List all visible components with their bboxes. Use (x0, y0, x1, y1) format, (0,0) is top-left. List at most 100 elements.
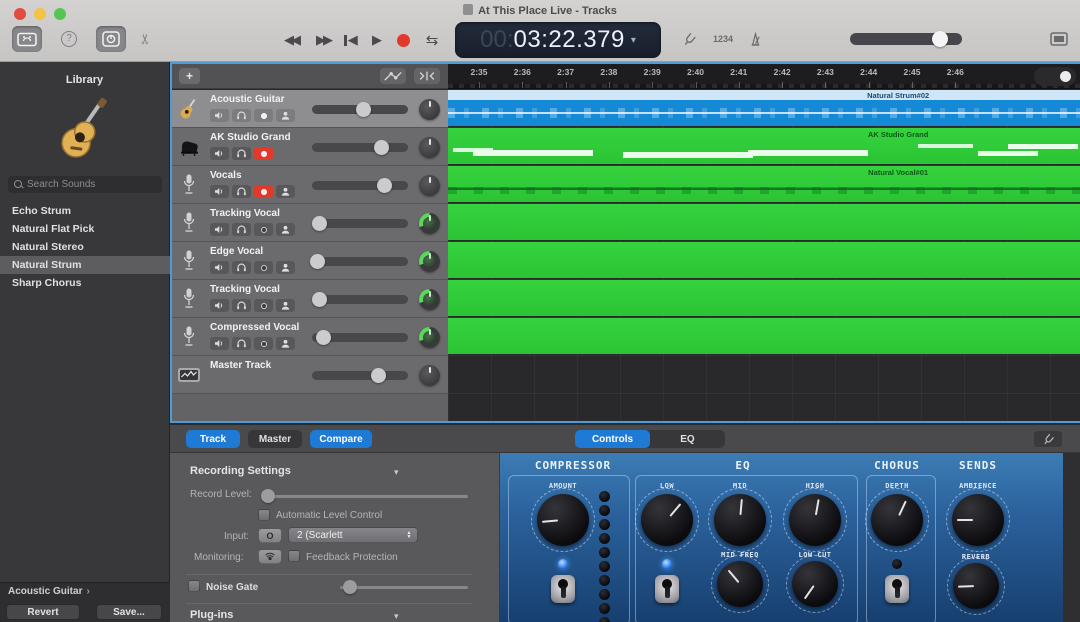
track-volume-slider[interactable] (312, 181, 408, 190)
track-name[interactable]: AK Studio Grand (210, 132, 291, 143)
input-monitoring-button[interactable] (276, 261, 295, 274)
track-lane[interactable] (448, 242, 1080, 280)
inspector-tuner-button[interactable] (1034, 431, 1062, 447)
noise-gate-knob[interactable] (343, 580, 357, 594)
record-enable-button[interactable] (254, 147, 273, 160)
timeline-ruler[interactable]: 2:352:362:372:382:392:402:412:422:432:44… (448, 64, 1080, 89)
track-lane[interactable]: Natural Strum#02 (448, 90, 1080, 128)
chevron-down-icon[interactable]: ▾ (394, 467, 399, 478)
search-sounds-field[interactable]: Search Sounds (8, 176, 162, 193)
zoom-slider-knob[interactable] (1060, 71, 1071, 82)
track-header[interactable]: Master Track (172, 356, 448, 394)
track-name[interactable]: Acoustic Guitar (210, 94, 284, 105)
mute-button[interactable] (210, 337, 229, 350)
track-lane[interactable] (448, 318, 1080, 356)
record-enable-button[interactable] (254, 109, 273, 122)
tab-track[interactable]: Track (186, 430, 240, 448)
reverb-knob[interactable] (953, 563, 999, 609)
count-in-button[interactable]: 1234 (706, 26, 740, 52)
library-toggle-button[interactable] (12, 26, 42, 52)
pan-knob[interactable] (419, 289, 440, 310)
pan-knob[interactable] (419, 137, 440, 158)
go-to-beginning-button[interactable]: ◀ (338, 27, 364, 53)
add-track-button[interactable]: + (179, 68, 200, 84)
volume-knob[interactable] (371, 368, 386, 383)
volume-knob[interactable] (374, 140, 389, 155)
ambience-knob[interactable] (952, 494, 1004, 546)
track-name[interactable]: Edge Vocal (210, 246, 263, 257)
input-monitoring-button[interactable] (276, 109, 295, 122)
track-header[interactable]: Vocals (172, 166, 448, 204)
volume-knob[interactable] (377, 178, 392, 193)
solo-button[interactable] (232, 147, 251, 160)
track-header[interactable]: Acoustic Guitar (172, 90, 448, 128)
stepper-icon[interactable]: ▲▼ (403, 529, 415, 541)
smart-controls-button[interactable] (96, 26, 126, 52)
library-item[interactable]: Echo Strum (0, 202, 170, 220)
track-volume-slider[interactable] (312, 333, 408, 342)
save-button[interactable]: Save... (96, 604, 162, 620)
solo-button[interactable] (232, 337, 251, 350)
solo-button[interactable] (232, 299, 251, 312)
record-enable-button[interactable] (254, 337, 273, 350)
recording-settings-header[interactable]: Recording Settings (190, 465, 291, 477)
solo-button[interactable] (232, 109, 251, 122)
eq-switch[interactable] (655, 575, 679, 603)
lcd-chevron-icon[interactable]: ▾ (631, 35, 636, 46)
eq-lowcut-knob[interactable] (792, 561, 838, 607)
track-header[interactable]: Edge Vocal (172, 242, 448, 280)
volume-knob[interactable] (356, 102, 371, 117)
solo-button[interactable] (232, 261, 251, 274)
eq-high-knob[interactable] (789, 494, 841, 546)
input-monitoring-button[interactable] (276, 299, 295, 312)
library-item[interactable]: Sharp Chorus (0, 274, 170, 292)
track-name[interactable]: Master Track (210, 360, 271, 371)
input-monitoring-button[interactable] (276, 223, 295, 236)
region[interactable] (448, 318, 1080, 354)
record-enable-button[interactable] (254, 185, 273, 198)
volume-slider-knob[interactable] (932, 31, 948, 47)
noise-gate-checkbox[interactable] (188, 580, 200, 592)
volume-knob[interactable] (316, 330, 331, 345)
pan-knob[interactable] (419, 251, 440, 272)
mute-button[interactable] (210, 185, 229, 198)
rewind-button[interactable]: ◀◀ (274, 27, 308, 53)
track-lane[interactable] (448, 204, 1080, 242)
tab-compare[interactable]: Compare (310, 430, 372, 448)
chorus-switch[interactable] (885, 575, 909, 603)
catch-playhead-button[interactable] (414, 68, 440, 84)
monitoring-button[interactable] (258, 549, 282, 564)
zoom-slider[interactable] (1034, 67, 1076, 86)
track-volume-slider[interactable] (312, 143, 408, 152)
metronome-button[interactable] (742, 26, 768, 52)
track-volume-slider[interactable] (312, 371, 408, 380)
chevron-down-icon[interactable]: ▾ (394, 611, 399, 622)
input-monitoring-button[interactable] (276, 337, 295, 350)
tab-master[interactable]: Master (248, 430, 302, 448)
fast-forward-button[interactable]: ▶▶ (306, 27, 340, 53)
track-name[interactable]: Tracking Vocal (210, 208, 280, 219)
plugins-header[interactable]: Plug-ins (190, 609, 233, 621)
track-volume-slider[interactable] (312, 219, 408, 228)
mute-button[interactable] (210, 261, 229, 274)
tuner-button[interactable] (676, 26, 702, 52)
volume-knob[interactable] (312, 216, 327, 231)
input-format-button[interactable]: O (258, 528, 282, 543)
track-name[interactable]: Compressed Vocal (210, 322, 299, 333)
pan-knob[interactable] (419, 327, 440, 348)
display-mode-button[interactable] (1044, 26, 1074, 52)
eq-mid-knob[interactable] (714, 494, 766, 546)
mute-button[interactable] (210, 299, 229, 312)
library-item[interactable]: Natural Strum (0, 256, 170, 274)
mute-button[interactable] (210, 109, 229, 122)
track-header[interactable]: Tracking Vocal (172, 280, 448, 318)
record-enable-button[interactable] (254, 261, 273, 274)
track-lane[interactable] (448, 356, 1080, 394)
track-lane[interactable]: AK Studio Grand (448, 128, 1080, 166)
lcd-display[interactable]: 00:03:22.379▾ (455, 22, 661, 58)
patch-breadcrumb[interactable]: Acoustic Guitar› (8, 586, 90, 597)
track-volume-slider[interactable] (312, 295, 408, 304)
mute-button[interactable] (210, 223, 229, 236)
eq-low-knob[interactable] (641, 494, 693, 546)
region[interactable]: Natural Vocal#01 (448, 166, 1080, 202)
